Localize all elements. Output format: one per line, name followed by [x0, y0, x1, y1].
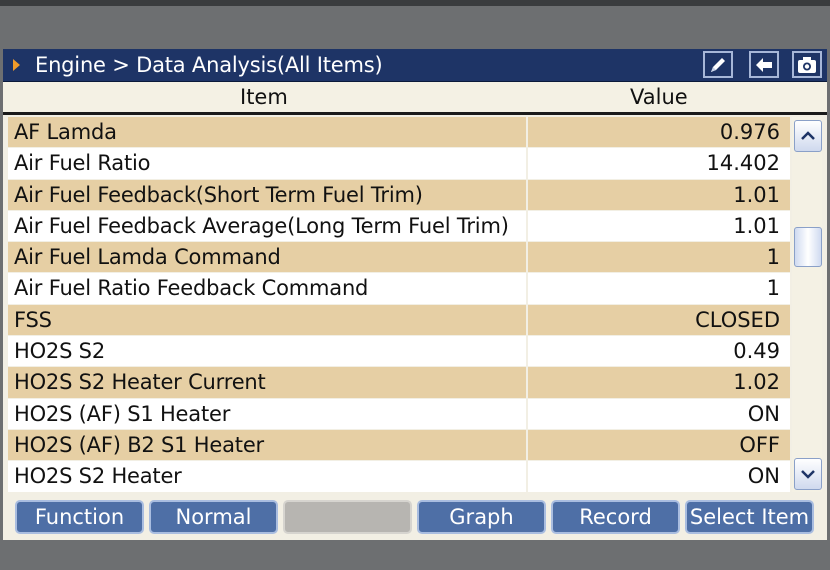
- table-row[interactable]: HO2S S2 Heater Current 1.02: [8, 367, 790, 399]
- table-row[interactable]: HO2S S2 0.49: [8, 336, 790, 368]
- table-row[interactable]: AF Lamda 0.976: [8, 117, 790, 149]
- vertical-scrollbar[interactable]: [792, 117, 822, 492]
- row-item-name: HO2S S2 Heater Current: [14, 370, 266, 395]
- table-header: Item Value: [3, 82, 827, 115]
- normal-button[interactable]: Normal: [149, 500, 278, 534]
- row-value: 14.402: [706, 151, 780, 176]
- row-value: ON: [747, 464, 780, 489]
- row-value: 1: [766, 245, 780, 270]
- row-value: ON: [747, 401, 780, 426]
- table-row[interactable]: Air Fuel Ratio 14.402: [8, 148, 790, 180]
- row-item-name: Air Fuel Lamda Command: [14, 245, 281, 270]
- row-value: OFF: [739, 432, 780, 457]
- column-header-value: Value: [630, 85, 688, 109]
- table-row[interactable]: FSS CLOSED: [8, 304, 790, 337]
- row-value: 1.01: [733, 182, 780, 207]
- graph-button[interactable]: Graph: [417, 500, 546, 534]
- table-row[interactable]: HO2S (AF) B2 S1 Heater OFF: [8, 429, 790, 462]
- function-button-bar: Function Normal Graph Record Select Item: [3, 497, 827, 537]
- table-row[interactable]: Air Fuel Feedback(Short Term Fuel Trim) …: [8, 179, 790, 211]
- table-row[interactable]: HO2S S2 Heater ON: [8, 461, 790, 493]
- scroll-up-button[interactable]: [794, 120, 822, 152]
- column-divider: [526, 242, 528, 273]
- title-bar: Engine > Data Analysis(All Items): [3, 49, 827, 82]
- row-item-name: Air Fuel Ratio: [14, 151, 151, 176]
- column-divider: [526, 461, 528, 492]
- column-divider: [526, 273, 528, 304]
- chevron-up-icon: [801, 131, 815, 140]
- row-value: CLOSED: [695, 307, 780, 332]
- row-item-name: HO2S (AF) S1 Heater: [14, 401, 231, 426]
- record-button[interactable]: Record: [551, 500, 680, 534]
- row-value: 1.02: [733, 370, 780, 395]
- function-button[interactable]: Function: [15, 500, 144, 534]
- screenshot-button[interactable]: [792, 51, 822, 78]
- row-item-name: FSS: [14, 307, 52, 332]
- table-row[interactable]: HO2S (AF) S1 Heater ON: [8, 398, 790, 430]
- row-value: 1.01: [733, 213, 780, 238]
- scrollbar-thumb[interactable]: [794, 226, 822, 267]
- column-divider: [526, 336, 528, 367]
- chevron-down-icon: [801, 470, 815, 479]
- row-item-name: Air Fuel Feedback Average(Long Term Fuel…: [14, 213, 509, 238]
- column-divider: [526, 179, 528, 210]
- top-frame-bar: [0, 0, 830, 6]
- column-divider: [526, 148, 528, 179]
- column-header-item: Item: [240, 85, 288, 109]
- back-button[interactable]: [749, 51, 779, 78]
- breadcrumb: Engine > Data Analysis(All Items): [35, 53, 383, 77]
- camera-icon: [798, 56, 816, 73]
- table-row[interactable]: Air Fuel Ratio Feedback Command 1: [8, 273, 790, 305]
- row-item-name: HO2S S2 Heater: [14, 464, 182, 489]
- scroll-down-button[interactable]: [794, 458, 822, 490]
- row-item-name: HO2S S2: [14, 339, 105, 364]
- column-divider: [526, 429, 528, 461]
- edit-button[interactable]: [703, 51, 733, 78]
- table-row[interactable]: Air Fuel Feedback Average(Long Term Fuel…: [8, 210, 790, 243]
- empty-button: [283, 500, 412, 534]
- row-item-name: Air Fuel Ratio Feedback Command: [14, 276, 369, 301]
- row-item-name: HO2S (AF) B2 S1 Heater: [14, 432, 264, 457]
- column-divider: [526, 210, 528, 242]
- column-divider: [526, 398, 528, 429]
- pen-icon: [711, 57, 725, 72]
- row-item-name: AF Lamda: [14, 120, 117, 144]
- row-value: 1: [766, 276, 780, 301]
- data-table: AF Lamda 0.976 Air Fuel Ratio 14.402 Air…: [8, 117, 790, 493]
- column-divider: [526, 304, 528, 336]
- column-divider: [526, 367, 528, 398]
- scan-tool-screen: Engine > Data Analysis(All Items) Item V…: [3, 49, 827, 540]
- row-item-name: Air Fuel Feedback(Short Term Fuel Trim): [14, 182, 423, 207]
- select-item-button[interactable]: Select Item: [685, 500, 814, 534]
- row-value: 0.976: [719, 120, 780, 144]
- breadcrumb-arrow-icon: [13, 59, 20, 71]
- table-row[interactable]: Air Fuel Lamda Command 1: [8, 242, 790, 274]
- row-value: 0.49: [733, 339, 780, 364]
- back-arrow-icon: [756, 57, 772, 72]
- column-divider: [526, 117, 528, 148]
